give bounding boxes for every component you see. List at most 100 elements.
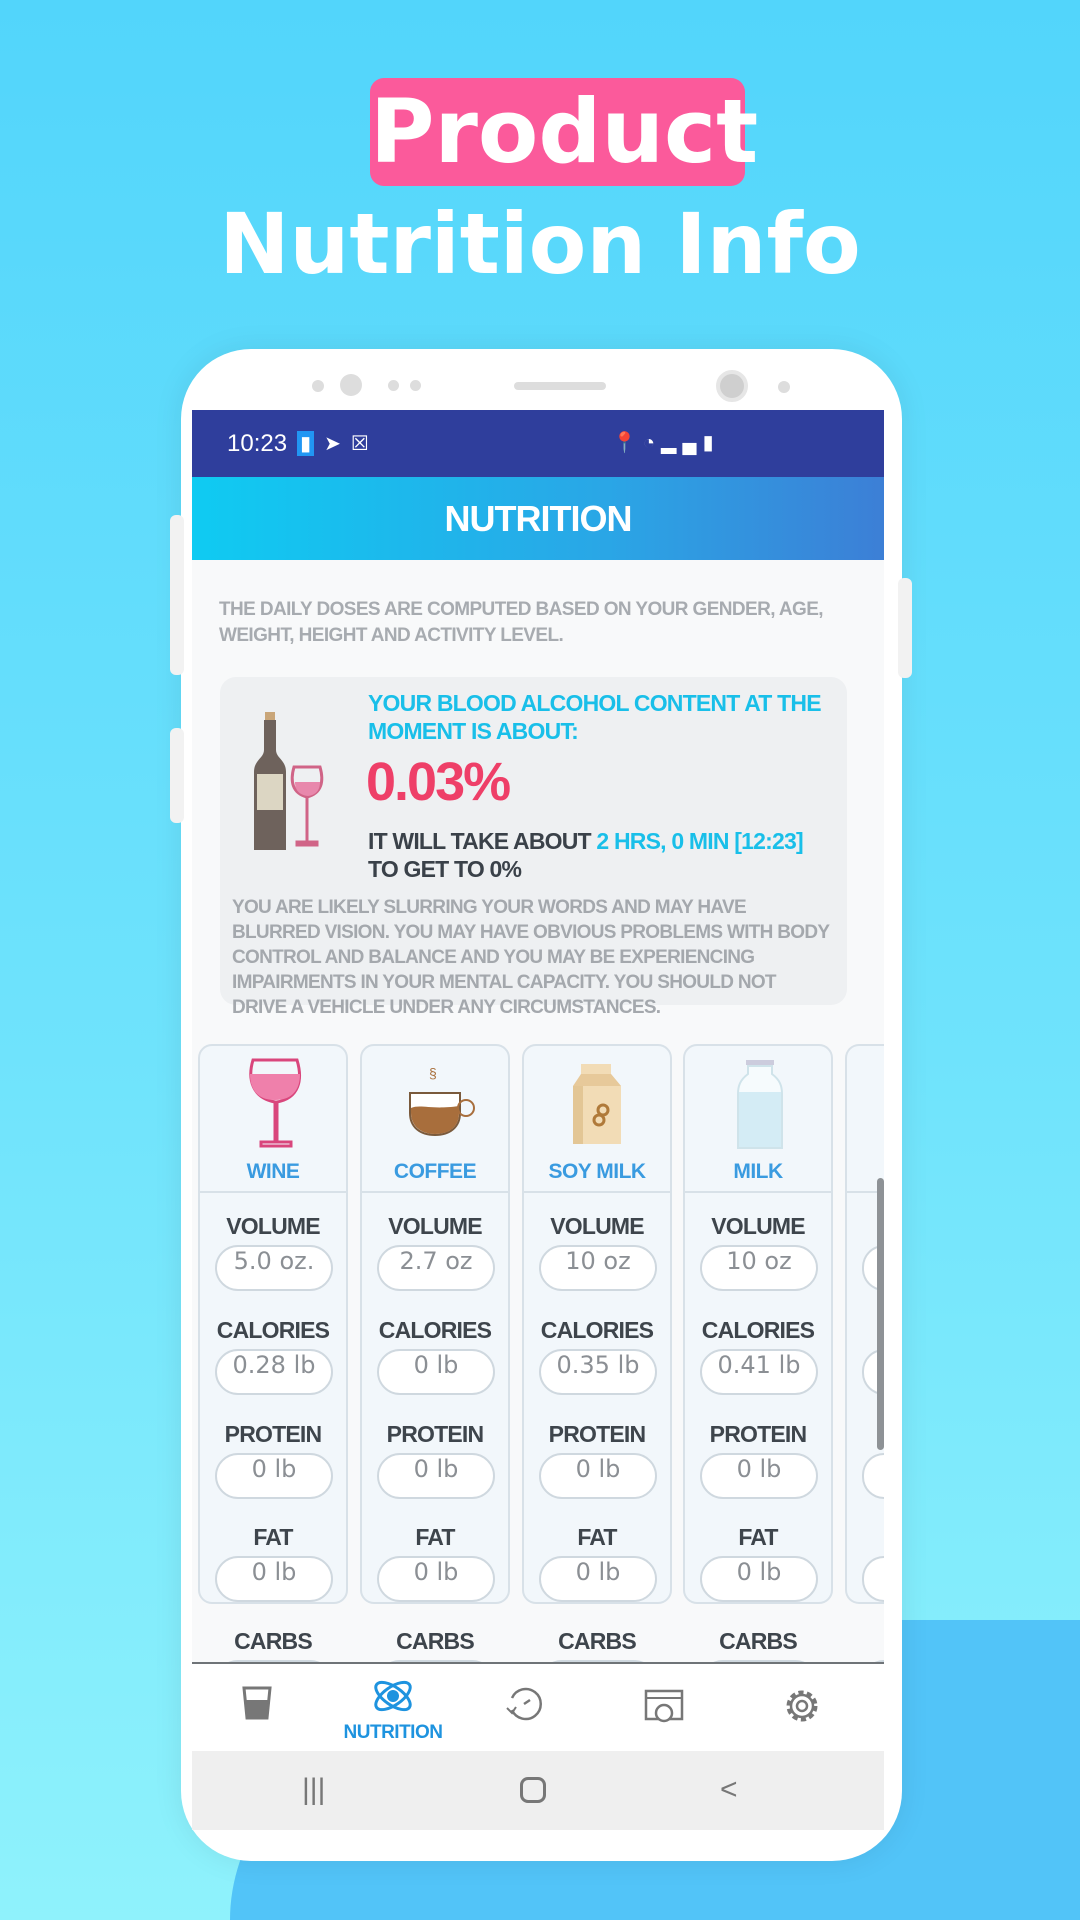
send-icon: ➤ bbox=[324, 433, 341, 455]
glass-icon bbox=[242, 1686, 272, 1725]
page-title: NUTRITION bbox=[192, 477, 884, 560]
sober-time-prefix: IT WILL TAKE ABOUT bbox=[368, 828, 597, 854]
field-label-carbs: CARBS bbox=[719, 1628, 798, 1654]
status-bar: 10:23 ▮ ➤ ☒ 📍◔▂▄▮ bbox=[192, 410, 884, 477]
back-button[interactable]: < bbox=[720, 1773, 738, 1807]
sensor-dot bbox=[312, 380, 324, 392]
field-label-calories: CALORIES bbox=[701, 1317, 815, 1343]
promo-subtitle: Nutrition Info bbox=[219, 195, 861, 293]
bac-warning: YOU ARE LIKELY SLURRING YOUR WORDS AND M… bbox=[232, 897, 830, 1018]
field-label-volume: VOLUME bbox=[550, 1213, 644, 1239]
nav-label: NUTRITION bbox=[343, 1722, 443, 1743]
home-button[interactable] bbox=[520, 1777, 546, 1803]
status-icons: 📍◔▂▄▮ bbox=[612, 430, 720, 455]
field-label-carbs: CARBS bbox=[558, 1628, 637, 1654]
calories-input[interactable]: 0.28 lb bbox=[215, 1349, 333, 1395]
nav-item-nutrition[interactable]: NUTRITION bbox=[343, 1664, 443, 1753]
field-label-protein: PROTEIN bbox=[709, 1421, 807, 1447]
calories-input[interactable]: 0.41 lb bbox=[700, 1349, 818, 1395]
drink-card-milk[interactable]: MILK VOLUME 10 oz CALORIES 0.41 lb PROTEIN 0 l… bbox=[683, 1044, 833, 1706]
phone-side-button bbox=[170, 515, 184, 675]
field-label-protein: PROTEIN bbox=[548, 1421, 646, 1447]
bac-value: 0.03% bbox=[366, 752, 511, 812]
fat-input[interactable]: 0 lb bbox=[377, 1556, 495, 1602]
field-label-fat: FAT bbox=[738, 1524, 778, 1550]
sober-time-suffix: TO GET TO 0% bbox=[368, 856, 522, 882]
nav-item-calendar-clock[interactable] bbox=[614, 1664, 714, 1753]
atom-icon bbox=[371, 1676, 415, 1721]
protein-input[interactable] bbox=[862, 1453, 884, 1499]
volume-input[interactable]: 5.0 oz. bbox=[215, 1245, 333, 1291]
protein-input[interactable]: 0 lb bbox=[700, 1453, 818, 1499]
recent-apps-button[interactable]: ||| bbox=[302, 1773, 325, 1807]
bac-heading: YOUR BLOOD ALCOHOL CONTENT AT THE MOMENT… bbox=[368, 690, 822, 744]
volume-input[interactable]: 2.7 oz bbox=[377, 1245, 495, 1291]
nav-item-glass[interactable] bbox=[207, 1664, 307, 1753]
protein-input[interactable]: 0 lb bbox=[539, 1453, 657, 1499]
sensor-dot bbox=[388, 380, 399, 391]
card-header: MILK bbox=[685, 1046, 831, 1193]
milk-bottle-icon bbox=[730, 1058, 790, 1158]
field-label-volume: VOLUME bbox=[226, 1213, 320, 1239]
drink-name: WINE bbox=[246, 1160, 300, 1183]
drink-card-coffee[interactable]: § COFFEE VOLUME 2.7 oz CALORIES 0 lb PROTEIN 0 … bbox=[360, 1044, 510, 1706]
drink-cards-carousel[interactable]: WINE VOLUME 5.0 oz. CALORIES 0.28 lb PROTEIN 0… bbox=[198, 1044, 884, 1706]
app-screen: 10:23 ▮ ➤ ☒ 📍◔▂▄▮ NUTRITION THE DAILY DO… bbox=[192, 410, 884, 1830]
fat-input[interactable] bbox=[862, 1556, 884, 1602]
soy-milk-carton-icon bbox=[569, 1058, 629, 1153]
calories-input[interactable]: 0 lb bbox=[377, 1349, 495, 1395]
wifi-icon: ◔ bbox=[642, 432, 661, 454]
location-icon: 📍 bbox=[612, 432, 643, 454]
field-label-calories: CALORIES bbox=[540, 1317, 654, 1343]
protein-input[interactable]: 0 lb bbox=[377, 1453, 495, 1499]
bac-card: YOUR BLOOD ALCOHOL CONTENT AT THE MOMENT… bbox=[220, 677, 847, 1018]
fat-input[interactable]: 0 lb bbox=[700, 1556, 818, 1602]
intro-text: THE DAILY DOSES ARE COMPUTED BASED ON YO… bbox=[219, 599, 824, 646]
history-icon bbox=[504, 1686, 544, 1727]
field-label-fat: FAT bbox=[415, 1524, 455, 1550]
phone-side-button bbox=[170, 728, 184, 823]
wine-glass-icon bbox=[245, 1058, 305, 1153]
field-label-protein: PROTEIN bbox=[386, 1421, 484, 1447]
sober-time: IT WILL TAKE ABOUT 2 HRS, 0 MIN [12:23] … bbox=[368, 827, 838, 883]
volume-input[interactable]: 10 oz bbox=[700, 1245, 818, 1291]
field-label-carbs: CARBS bbox=[396, 1628, 475, 1654]
front-camera bbox=[340, 374, 362, 396]
fat-input[interactable]: 0 lb bbox=[215, 1556, 333, 1602]
calories-input[interactable]: 0.35 lb bbox=[539, 1349, 657, 1395]
calendar-clock-icon bbox=[644, 1686, 684, 1731]
field-label-volume: VOLUME bbox=[388, 1213, 482, 1239]
protein-input[interactable]: 0 lb bbox=[215, 1453, 333, 1499]
coffee-cup-icon: § bbox=[407, 1058, 477, 1153]
drink-name: COFFEE bbox=[393, 1160, 477, 1183]
promo-highlight: Product bbox=[370, 78, 758, 186]
drink-name: MILK bbox=[733, 1160, 783, 1183]
scrollbar[interactable] bbox=[877, 1178, 884, 1450]
drink-card-wine[interactable]: WINE VOLUME 5.0 oz. CALORIES 0.28 lb PROTEIN 0… bbox=[198, 1044, 348, 1706]
svg-text:§: § bbox=[429, 1065, 437, 1081]
signal-icon: ▂▄ bbox=[661, 432, 703, 454]
nav-item-history[interactable] bbox=[474, 1664, 574, 1753]
sober-time-value: 2 HRS, 0 MIN [12:23] bbox=[596, 828, 803, 854]
nav-item-gear[interactable] bbox=[752, 1664, 852, 1753]
drink-name: SOY MILK bbox=[548, 1160, 646, 1183]
field-label-calories: CALORIES bbox=[216, 1317, 330, 1343]
wine-bottle-icon bbox=[254, 712, 324, 850]
field-label-fat: FAT bbox=[253, 1524, 293, 1550]
battery-icon: ▮ bbox=[702, 432, 720, 454]
field-label-protein: PROTEIN bbox=[224, 1421, 322, 1447]
drink-card-soy-milk[interactable]: SOY MILK VOLUME 10 oz CALORIES 0.35 lb PROTEI… bbox=[522, 1044, 672, 1706]
card-header: WINE bbox=[200, 1046, 346, 1193]
card-header: § COFFEE bbox=[362, 1046, 508, 1193]
app-notification-icon: ▮ bbox=[297, 431, 315, 456]
card-header bbox=[847, 1046, 884, 1193]
gear-icon bbox=[782, 1686, 822, 1731]
field-label-fat: FAT bbox=[577, 1524, 617, 1550]
fat-input[interactable]: 0 lb bbox=[539, 1556, 657, 1602]
field-label-carbs: CARBS bbox=[234, 1628, 313, 1654]
bottom-nav: NUTRITION bbox=[192, 1662, 884, 1751]
close-box-icon: ☒ bbox=[350, 433, 369, 455]
system-nav-bar: ||| < bbox=[192, 1751, 884, 1830]
volume-input[interactable]: 10 oz bbox=[539, 1245, 657, 1291]
card-header: SOY MILK bbox=[524, 1046, 670, 1193]
